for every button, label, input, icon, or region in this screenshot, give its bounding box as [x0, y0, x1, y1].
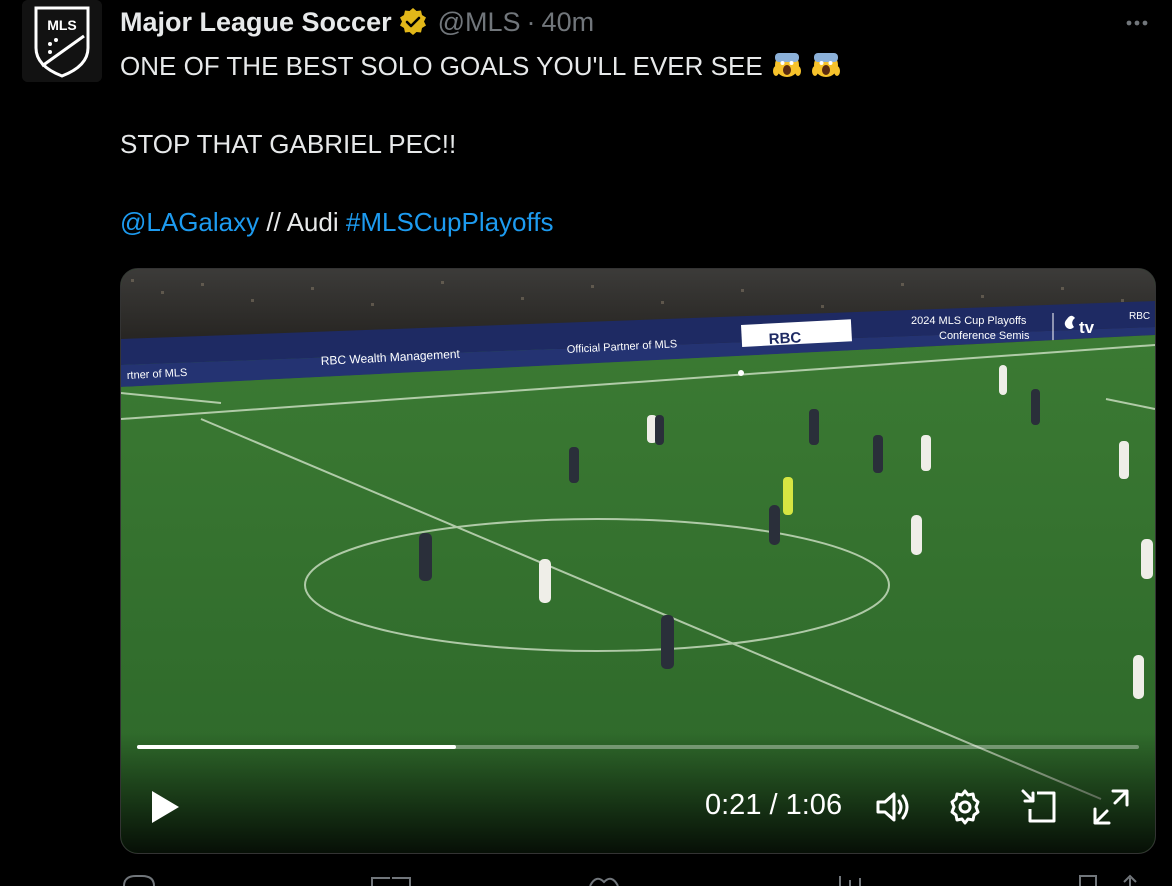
- separator-dot: ·: [526, 6, 536, 37]
- volume-icon[interactable]: [873, 787, 913, 827]
- more-icon[interactable]: [1122, 8, 1152, 38]
- avatar[interactable]: MLS: [22, 0, 102, 82]
- tweet-line-2: STOP THAT GABRIEL PEC!!: [120, 129, 457, 159]
- author-handle[interactable]: @MLS: [438, 7, 521, 38]
- bookmark-icon: [1079, 875, 1097, 886]
- fullscreen-icon[interactable]: [1091, 787, 1131, 827]
- share-icon: [1123, 874, 1137, 886]
- video-player[interactable]: rtner of MLS RBC Wealth Management Offic…: [120, 268, 1156, 854]
- reply-icon: [123, 875, 155, 886]
- tweet-line-1-text: ONE OF THE BEST SOLO GOALS YOU'LL EVER S…: [120, 51, 763, 81]
- picture-in-picture-icon[interactable]: [1019, 787, 1059, 827]
- hashtag-link[interactable]: #MLSCupPlayoffs: [346, 207, 554, 237]
- tweet-line-3: @LAGalaxy // Audi #MLSCupPlayoffs: [120, 202, 1140, 242]
- timestamp[interactable]: 40m: [542, 7, 595, 38]
- gear-icon[interactable]: [945, 787, 985, 827]
- repost-icon: [371, 877, 411, 886]
- time-separator: /: [761, 789, 786, 821]
- overlay-top-text: 2024 MLS Cup Playoffs: [911, 315, 1027, 327]
- author-name[interactable]: Major League Soccer: [120, 7, 392, 38]
- board-rbc-logo: RBC: [768, 329, 802, 348]
- avatar-logo-text: MLS: [47, 17, 77, 33]
- tweet-line-1: ONE OF THE BEST SOLO GOALS YOU'LL EVER S…: [120, 46, 1140, 86]
- tweet-line-3-middle: // Audi: [259, 207, 346, 237]
- screaming-face-emoji: [812, 53, 841, 77]
- duration: 1:06: [785, 789, 843, 821]
- time-display: 0:21 / 1:06: [705, 789, 842, 822]
- play-icon[interactable]: [147, 787, 183, 827]
- progress-fill: [137, 745, 456, 749]
- overlay-bottom-text: Conference Semis: [939, 330, 1030, 342]
- overlay-brand-text: tv: [1079, 318, 1095, 337]
- mention-link[interactable]: @LAGalaxy: [120, 207, 259, 237]
- board-right-logo: RBC: [1129, 311, 1150, 322]
- mls-logo-icon: MLS: [22, 0, 102, 82]
- controls-gradient: [121, 733, 1155, 853]
- current-time: 0:21: [705, 789, 762, 821]
- tweet-actions-row: [123, 874, 1137, 886]
- views-icon: [839, 876, 861, 886]
- like-icon: [589, 877, 619, 886]
- verified-badge-icon: [399, 8, 426, 35]
- screaming-face-emoji: [772, 53, 801, 77]
- progress-bar[interactable]: [137, 745, 1139, 749]
- tweet-text: ONE OF THE BEST SOLO GOALS YOU'LL EVER S…: [120, 46, 1140, 242]
- tweet-header: Major League Soccer @MLS · 40m: [120, 2, 594, 42]
